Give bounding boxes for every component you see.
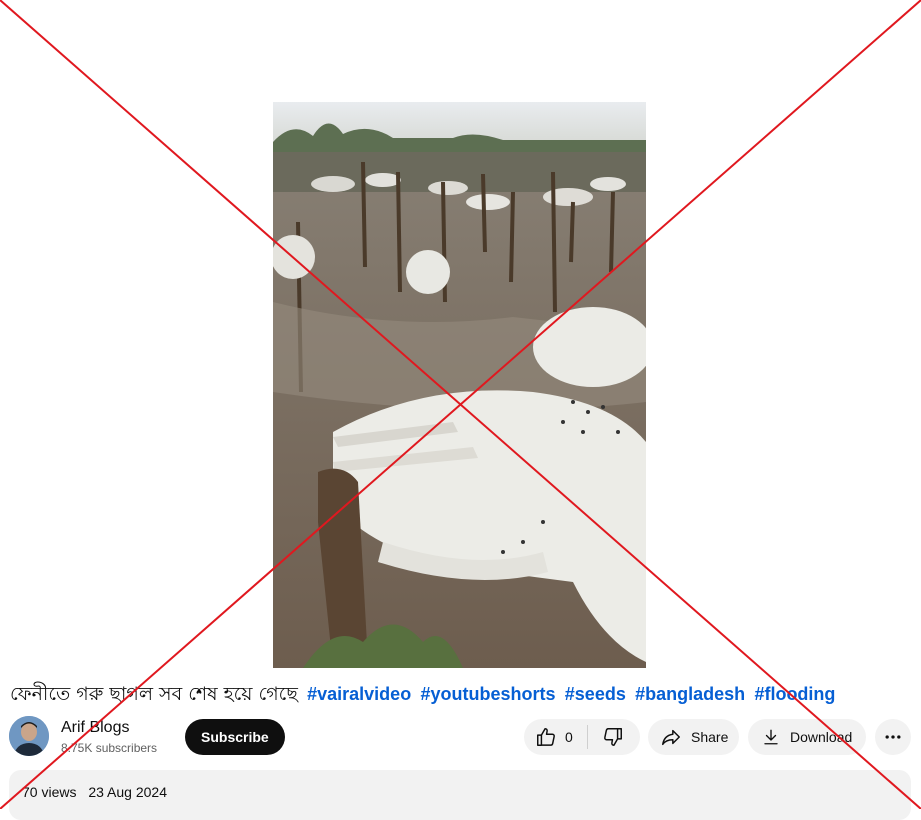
hashtag-link[interactable]: #youtubeshorts: [420, 684, 555, 704]
subscriber-count: 8.75K subscribers: [61, 741, 158, 755]
owner-row: Arif Blogs 8.75K subscribers Subscribe 0…: [9, 716, 911, 758]
video-frame-image: [273, 102, 646, 668]
avatar-image: [9, 716, 49, 756]
channel-avatar[interactable]: [9, 716, 49, 756]
description-box[interactable]: 70 views 23 Aug 2024: [9, 770, 911, 820]
thumbs-up-icon: [537, 728, 555, 746]
hashtag-link[interactable]: #bangladesh: [635, 684, 745, 704]
dislike-button[interactable]: [588, 719, 638, 755]
share-button[interactable]: Share: [648, 719, 739, 755]
view-count: 70 views: [22, 784, 77, 800]
like-button[interactable]: 0: [524, 719, 587, 755]
video-title-text: ফেনীতে গরু ছাগল সব শেষ হয়ে গেছে: [10, 683, 298, 705]
hashtag-link[interactable]: #vairalvideo: [307, 684, 411, 704]
like-dislike-group: 0: [524, 719, 640, 755]
download-label: Download: [790, 729, 853, 745]
description-meta: 70 views 23 Aug 2024: [22, 784, 167, 800]
download-button[interactable]: Download: [748, 719, 866, 755]
channel-name[interactable]: Arif Blogs: [61, 719, 129, 737]
share-arrow-icon: [662, 729, 680, 746]
download-icon: [764, 729, 778, 745]
upload-date: 23 Aug 2024: [88, 784, 167, 800]
hashtag-link[interactable]: #flooding: [754, 684, 835, 704]
more-horizontal-icon: [885, 735, 901, 739]
thumbs-down-icon: [604, 728, 622, 746]
hashtag-link[interactable]: #seeds: [565, 684, 626, 704]
like-count: 0: [565, 729, 573, 745]
share-label: Share: [691, 729, 729, 745]
video-player[interactable]: [273, 102, 646, 668]
more-actions-button[interactable]: [875, 719, 911, 755]
subscribe-button[interactable]: Subscribe: [185, 719, 285, 755]
video-title: ফেনীতে গরু ছাগল সব শেষ হয়ে গেছে #vairal…: [10, 680, 915, 709]
